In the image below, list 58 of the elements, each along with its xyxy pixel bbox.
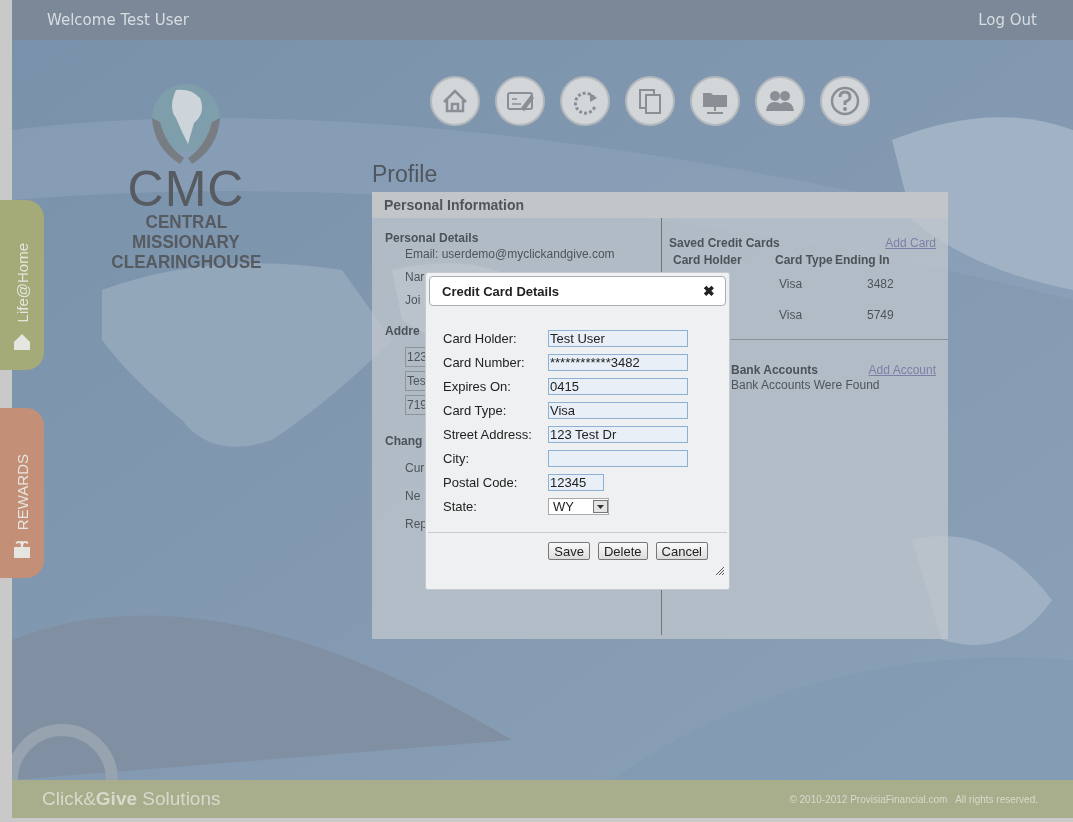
cheque-icon[interactable]	[495, 76, 545, 126]
refresh-icon[interactable]	[560, 76, 610, 126]
input-field[interactable]	[548, 450, 688, 467]
input-field[interactable]: 0415	[548, 378, 688, 395]
field-label: Cur	[405, 460, 425, 477]
input-field[interactable]: 123 Test Dr	[548, 426, 688, 443]
state-dropdown[interactable]: WY	[548, 498, 609, 515]
table-cell-text: Visa	[778, 307, 804, 324]
detail-text: Joi	[405, 292, 421, 308]
empty-message: Bank Accounts Were Found	[731, 378, 881, 392]
section-heading: Personal Details	[385, 230, 479, 246]
field-label: Card Number:	[443, 355, 526, 370]
table-cell-text: Visa	[778, 276, 804, 293]
panel-title: Personal Information	[372, 192, 948, 218]
dialog-button[interactable]: Delete	[597, 542, 648, 560]
section-heading: Bank Accounts	[731, 362, 818, 378]
field-label: State:	[443, 499, 478, 514]
people-icon[interactable]	[755, 76, 805, 126]
logo-acronym: CMC	[127, 166, 245, 212]
copyright-text: © 2010-2012 ProvisiaFinancial.com All rights reserved.	[789, 793, 1038, 805]
help-icon[interactable]	[820, 76, 870, 126]
caret-icon	[593, 500, 608, 513]
table-cell-text: 3482	[866, 276, 895, 293]
field-label: Expires On:	[443, 379, 512, 394]
page-title: Profile	[372, 160, 438, 189]
field-label: City:	[443, 451, 470, 466]
welcome-text: Welcome Test User	[47, 11, 189, 29]
field-label: Street Address:	[443, 427, 533, 442]
column-header: Ending In	[835, 252, 890, 269]
field-label: Postal Code:	[443, 475, 519, 490]
copy-icon[interactable]	[625, 76, 675, 126]
close-button[interactable]: ✖	[703, 283, 715, 299]
logo-name-line: CLEARINGHOUSE	[110, 252, 262, 272]
input-field[interactable]: 12345	[548, 474, 604, 491]
table-cell-text: 5749	[866, 307, 895, 324]
column-header: Card Type	[775, 252, 833, 269]
brand-text: Click&Give Solutions	[42, 788, 221, 810]
logo-name-line: CENTRAL	[145, 212, 227, 232]
input-field[interactable]: Test User	[548, 330, 688, 347]
column-header: Card Holder	[673, 252, 742, 269]
folder-icon[interactable]	[690, 76, 740, 126]
home-icon[interactable]	[430, 76, 480, 126]
dialog-title: Credit Card Details	[442, 283, 560, 299]
section-heading: Chang	[385, 433, 423, 449]
logo-name-line: MISSIONARY	[132, 232, 240, 252]
section-heading: Saved Credit Cards	[669, 235, 780, 251]
input-field[interactable]: ************3482	[548, 354, 688, 371]
dialog-button[interactable]: Cancel	[655, 542, 708, 560]
gift-icon	[11, 538, 33, 560]
resize-grip-icon[interactable]	[714, 565, 725, 576]
section-heading: Addre	[385, 323, 420, 339]
field-label: Card Holder:	[443, 331, 518, 346]
input-field[interactable]: Visa	[548, 402, 688, 419]
field-label: Ne	[405, 488, 421, 505]
field-label: Card Type:	[443, 403, 508, 418]
detail-text: Nar	[405, 269, 425, 285]
email-text: Email: userdemo@myclickandgive.com	[405, 246, 615, 262]
dialog-button[interactable]: Save	[548, 542, 590, 560]
